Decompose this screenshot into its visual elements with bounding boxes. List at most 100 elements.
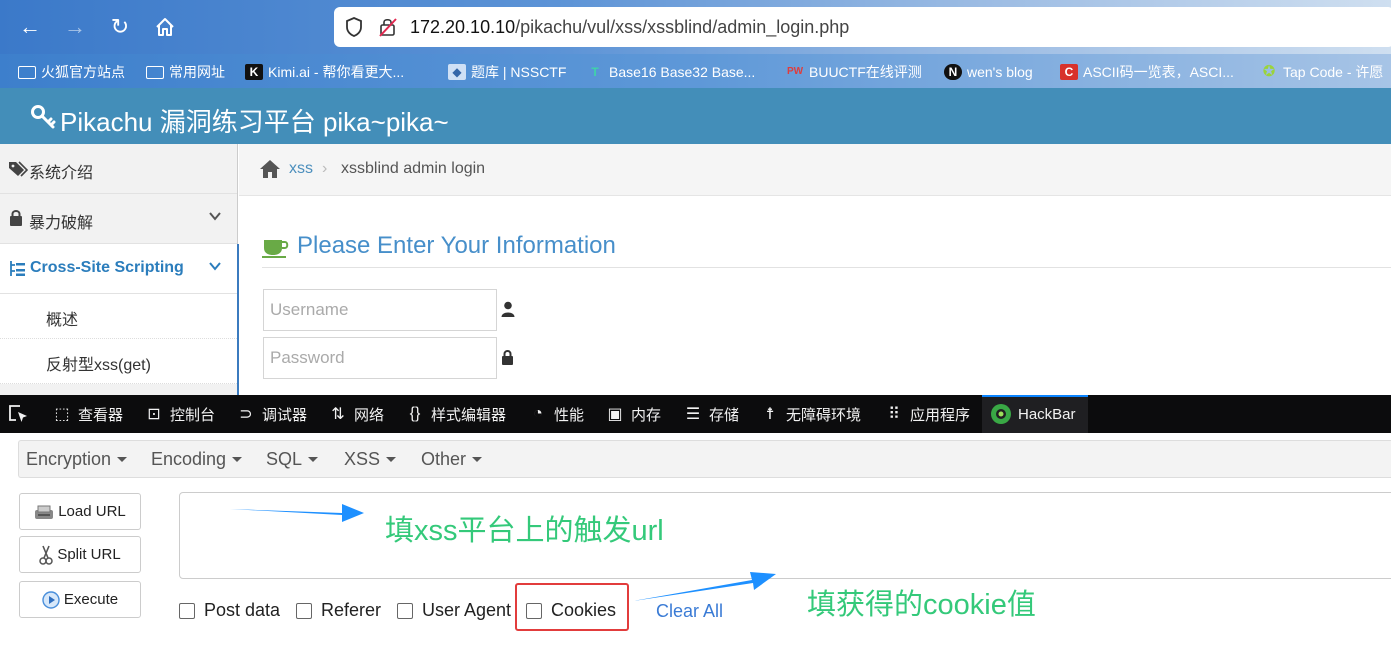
tab-performance[interactable]: ◔ 性能 [528,395,584,433]
tab-inspector[interactable]: ⬚ 查看器 [52,395,123,433]
url-text[interactable]: 172.20.10.10/pikachu/vul/xss/xssblind/ad… [410,17,849,38]
coffee-icon [262,240,289,258]
breadcrumb-current: xssblind admin login [341,160,486,177]
bookmark-item[interactable]: 常用网址 [146,61,225,83]
shield-icon[interactable] [344,16,364,38]
storage-icon: ☰ [685,406,701,423]
home-icon [156,18,174,36]
key-icon [31,105,56,129]
scissors-icon [39,545,54,565]
lock-icon [502,350,513,365]
tab-style-editor[interactable]: {} 样式编辑器 [405,395,506,433]
folder-icon [146,65,164,79]
chevron-down-icon [209,262,221,271]
user-agent-checkbox[interactable] [397,602,413,619]
tab-application[interactable]: ⠿ 应用程序 [884,395,970,433]
tags-icon [9,161,28,177]
caret-down-icon [117,457,128,462]
bookmark-item[interactable]: T Base16 Base32 Base... [586,61,755,83]
execute-button[interactable]: Execute [19,581,141,618]
username-input[interactable] [263,289,497,331]
clear-all-link[interactable]: Clear All [656,601,723,622]
cookies-highlight-box [515,583,629,631]
bookmark-item[interactable]: ✪ Tap Code - 许愿 [1260,61,1384,83]
back-button[interactable]: ← [15,12,45,42]
split-url-button[interactable]: Split URL [19,536,141,573]
form-title: Please Enter Your Information [297,232,616,259]
pick-element-icon [9,405,27,422]
sidebar-item-intro[interactable]: 系统介绍 [0,144,237,194]
caret-down-icon [232,457,243,462]
breadcrumb-link-xss[interactable]: xss [289,160,313,178]
tab-debugger[interactable]: ⊃ 调试器 [236,395,307,433]
tab-memory[interactable]: ▣ 内存 [605,395,661,433]
hackbar-icon [991,404,1011,424]
post-data-option[interactable]: Post data [179,600,280,621]
referer-option[interactable]: Referer [296,600,381,621]
bookmarks-toolbar: 火狐官方站点 常用网址 K Kimi.ai - 帮你看更大... ◆ 题库 | NS… [0,54,1391,88]
star-icon: ✪ [1262,63,1276,80]
menu-encryption[interactable]: Encryption [26,449,128,470]
caret-down-icon [386,457,397,462]
referer-checkbox[interactable] [296,602,312,619]
play-icon [42,590,60,609]
console-icon: ⊡ [147,406,161,423]
sidebar: 系统介绍 暴力破解 Cross-Site Scripting 概述 反射型xss… [0,144,238,395]
debugger-icon: ⊃ [239,406,253,423]
bookmark-item[interactable]: PW BUUCTF在线评测 [786,61,922,83]
n-icon: N [944,64,962,80]
load-icon [35,505,54,519]
home-icon[interactable] [259,159,281,179]
c-icon: C [1060,64,1078,80]
buuctf-icon: PW [786,66,804,77]
insecure-lock-icon[interactable] [378,16,398,38]
network-icon: ⇅ [331,406,345,423]
menu-xss[interactable]: XSS [344,449,397,470]
tab-accessibility[interactable]: ☨ 无障碍环境 [760,395,861,433]
breadcrumb-separator: › [322,160,328,177]
home-button[interactable] [150,12,180,42]
sidebar-subitem-overview[interactable]: 概述 [0,294,237,339]
reload-button[interactable]: ↻ [105,12,135,42]
list-icon [10,261,25,276]
bookmark-item[interactable]: 火狐官方站点 [18,61,125,83]
menu-other[interactable]: Other [421,449,483,470]
tab-console[interactable]: ⊡ 控制台 [144,395,215,433]
bookmark-item[interactable]: Nwen's blog [944,61,1033,83]
tab-hackbar[interactable]: HackBar [982,395,1088,433]
url-annotation: 填xss平台上的触发url [385,515,664,547]
user-agent-option[interactable]: User Agent [397,600,511,621]
gauge-icon: ◔ [533,405,543,422]
lock-icon [10,210,22,226]
bookmark-item[interactable]: C ASCII码一览表，ASCI... [1060,61,1234,83]
caret-down-icon [308,457,319,462]
tab-network[interactable]: ⇅ 网络 [328,395,384,433]
title-divider [262,267,1391,268]
caret-down-icon [472,457,483,462]
cookie-annotation: 填获得的cookie值 [807,589,1036,621]
user-icon [501,301,515,317]
kimi-icon: K [245,64,263,80]
menu-encoding[interactable]: Encoding [151,449,243,470]
folder-icon [18,65,36,79]
forward-button[interactable]: → [60,12,90,42]
braces-icon: {} [409,405,421,422]
bookmark-item[interactable]: ◆ 题库 | NSSCTF [448,61,566,83]
base-icon: T [591,65,599,79]
tab-storage[interactable]: ☰ 存储 [683,395,739,433]
annotation-arrow [230,504,364,522]
sidebar-item-xss[interactable]: Cross-Site Scripting [0,244,237,294]
load-url-button[interactable]: Load URL [19,493,141,530]
bookmark-item[interactable]: K Kimi.ai - 帮你看更大... [245,61,404,83]
annotation-arrow [633,572,776,601]
sidebar-subitem-reflected-xss[interactable]: 反射型xss(get) [0,339,237,384]
sidebar-item-bruteforce[interactable]: 暴力破解 [0,194,237,244]
menu-sql[interactable]: SQL [266,449,319,470]
pick-element-button[interactable] [8,395,30,433]
chevron-down-icon [209,212,221,221]
address-bar[interactable]: 172.20.10.10/pikachu/vul/xss/xssblind/ad… [334,7,1391,47]
browser-toolbar: ← → ↻ 172.20.10.10/pikachu/vul/xss/xssbl… [0,0,1391,54]
site-title[interactable]: Pikachu 漏洞练习平台 pika~pika~ [60,102,449,139]
post-data-checkbox[interactable] [179,602,195,619]
password-input[interactable] [263,337,497,379]
